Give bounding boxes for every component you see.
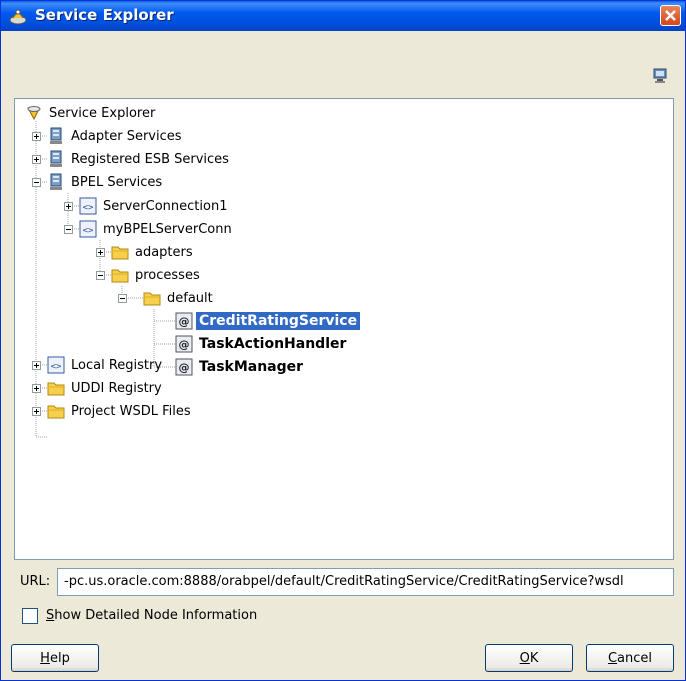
expand-adapter-services[interactable] (32, 132, 41, 141)
folder-icon (47, 405, 65, 419)
svg-text:<>: <> (83, 203, 94, 213)
tree-item-local-registry[interactable]: <> Local Registry (47, 354, 162, 376)
svg-text:<>: <> (83, 226, 94, 236)
web-service-icon: @ (175, 312, 193, 330)
web-service-icon: @ (175, 358, 193, 376)
collapse-mybpel-server-conn[interactable] (64, 225, 73, 234)
expand-adapters[interactable] (96, 248, 105, 257)
refresh-icon[interactable] (651, 67, 669, 85)
tree-item-uddi-registry[interactable]: UDDI Registry (47, 377, 162, 399)
expand-uddi-registry[interactable] (32, 384, 41, 393)
url-label: URL: (20, 574, 51, 589)
tree-item-task-manager[interactable]: @ TaskManager (175, 356, 303, 378)
tree-item-root[interactable]: Service Explorer (25, 102, 155, 124)
expand-project-wsdl[interactable] (32, 407, 41, 416)
svg-text:@: @ (179, 338, 190, 351)
service-explorer-icon (27, 106, 41, 121)
tree-item-task-action-handler[interactable]: @ TaskActionHandler (175, 333, 346, 355)
window-title: Service Explorer (35, 6, 174, 24)
tree-item-server-connection1[interactable]: <> ServerConnection1 (79, 195, 227, 217)
svg-text:<>: <> (51, 362, 62, 372)
expand-server-connection1[interactable] (64, 202, 73, 211)
tree-item-registered-esb[interactable]: Registered ESB Services (47, 148, 229, 170)
service-tree[interactable]: Service Explorer Adapter Services Regist… (14, 98, 674, 560)
tree-item-processes[interactable]: processes (111, 264, 200, 286)
folder-icon (143, 292, 161, 306)
ok-button[interactable]: OK (485, 644, 573, 672)
close-icon (665, 10, 676, 21)
server-icon (50, 150, 62, 167)
svg-text:@: @ (179, 315, 190, 328)
expand-local-registry[interactable] (32, 361, 41, 370)
tree-item-credit-rating-service[interactable]: @ CreditRatingService (175, 310, 361, 332)
collapse-bpel-services[interactable] (32, 178, 41, 187)
tree-item-adapters[interactable]: adapters (111, 241, 193, 263)
folder-icon (111, 269, 129, 283)
url-field[interactable]: -pc.us.oracle.com:8888/orabpel/default/C… (57, 568, 674, 596)
svg-text:@: @ (179, 361, 190, 374)
service-explorer-dialog: Service Explorer Service Explorer Adapte… (0, 0, 686, 681)
connection-icon: <> (79, 220, 97, 238)
connection-icon: <> (47, 356, 65, 374)
tree-item-adapter-services[interactable]: Adapter Services (47, 125, 182, 147)
tree-item-project-wsdl[interactable]: Project WSDL Files (47, 400, 191, 422)
tree-item-mybpel-server-conn[interactable]: <> myBPELServerConn (79, 218, 232, 240)
show-detailed-node-info-label[interactable]: Show Detailed Node Information (46, 608, 257, 623)
title-bar[interactable]: Service Explorer (1, 1, 685, 31)
server-icon (50, 173, 62, 190)
connection-icon: <> (79, 197, 97, 215)
service-explorer-icon (9, 9, 27, 25)
web-service-icon: @ (175, 335, 193, 353)
folder-icon (47, 382, 65, 396)
expand-registered-esb[interactable] (32, 155, 41, 164)
tree-item-bpel-services[interactable]: BPEL Services (47, 171, 162, 193)
collapse-default[interactable] (118, 294, 127, 303)
cancel-button[interactable]: Cancel (586, 644, 674, 672)
help-button[interactable]: Help (11, 644, 99, 672)
server-icon (50, 127, 62, 144)
folder-icon (111, 246, 129, 260)
close-button[interactable] (660, 5, 681, 26)
collapse-processes[interactable] (96, 271, 105, 280)
tree-item-default[interactable]: default (143, 287, 213, 309)
show-detailed-node-info-checkbox[interactable] (22, 608, 38, 624)
